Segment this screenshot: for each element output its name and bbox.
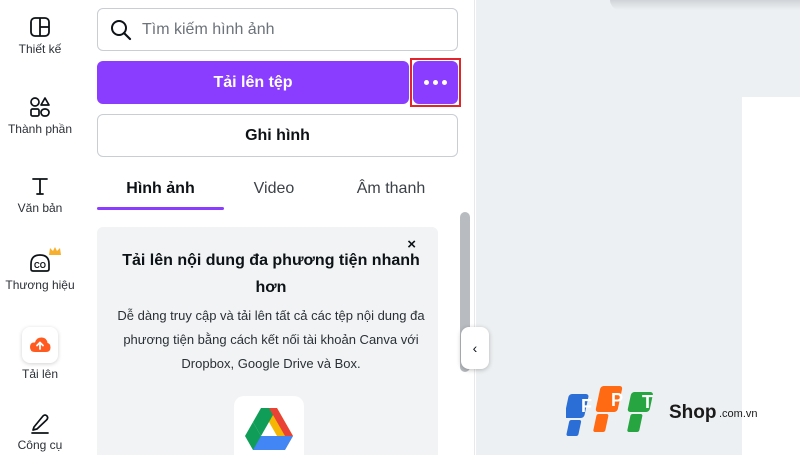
text-icon [32,178,48,195]
rail-item-design[interactable]: Thiết kế [0,16,80,56]
tab-audio[interactable]: Âm thanh [324,168,458,210]
search-input[interactable] [142,20,442,39]
rail-label-elements: Thành phần [7,122,73,136]
cloud-upload-icon [30,337,51,352]
svg-text:CO: CO [34,261,46,270]
fpt-shop-watermark: F P T Shop .com.vn [566,380,796,440]
chevron-left-icon: ‹ [472,340,478,356]
draw-icon [31,414,49,434]
search-box[interactable] [97,8,458,51]
google-drive-tile[interactable] [234,396,304,455]
active-indicator [22,327,58,363]
shapes-icon [30,97,50,117]
rail-label-brand: Thương hiệu [5,278,75,292]
crown-icon [49,247,61,255]
rail-label-design: Thiết kế [18,42,62,56]
fpt-logo-icon: F P T [566,386,653,436]
search-icon [111,19,132,40]
svg-text:P: P [611,390,623,410]
collapse-panel-button[interactable]: ‹ [461,327,489,369]
svg-text:T: T [642,392,653,412]
watermark-domain-text: .com.vn [719,408,758,420]
record-button[interactable]: Ghi hình [97,114,458,157]
rail-label-draw: Công cụ [17,438,63,452]
connect-promo-card: × Tải lên nội dung đa phương tiện nhanh … [97,227,438,455]
side-nav-rail: Thiết kế Thành phần Văn bản CO Thương hi… [0,0,80,455]
toolbar-shadow [610,0,800,10]
upload-files-button[interactable]: Tải lên tệp [97,61,409,104]
uploads-panel: Tải lên tệp Ghi hình Hình ảnh Video Âm t… [80,0,475,455]
highlight-box [410,58,461,107]
rail-label-uploads: Tải lên [21,367,59,381]
rail-item-uploads[interactable]: Tải lên [0,327,80,381]
active-tab-underline [97,207,224,210]
card-title: Tải lên nội dung đa phương tiện nhanh hơ… [122,252,420,296]
rail-item-brand[interactable]: CO Thương hiệu [0,247,80,292]
google-drive-icon [245,408,293,450]
rail-label-text: Văn bản [17,201,63,215]
tab-images[interactable]: Hình ảnh [97,168,224,210]
watermark-shop-text: Shop [669,402,717,423]
tab-video[interactable]: Video [224,168,324,210]
rail-item-text[interactable]: Văn bản [0,175,80,215]
layout-icon [30,17,50,37]
rail-item-elements[interactable]: Thành phần [0,96,80,136]
card-description: Dễ dàng truy cập và tải lên tất cả các t… [117,308,425,371]
svg-text:F: F [581,396,592,416]
rail-item-draw[interactable]: Công cụ [0,412,80,452]
media-tabs: Hình ảnh Video Âm thanh [97,168,458,210]
